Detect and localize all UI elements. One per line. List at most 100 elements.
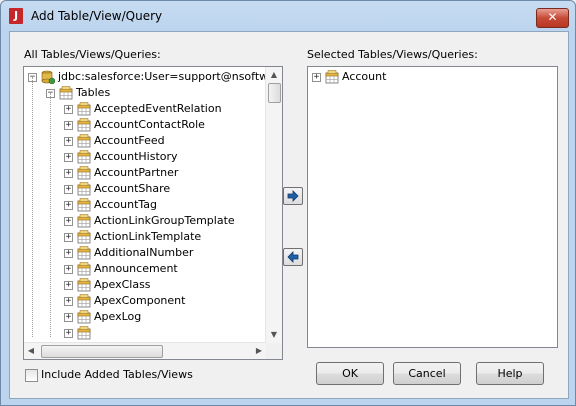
all-tables-label: All Tables/Views/Queries:	[24, 48, 161, 61]
window-title: Add Table/View/Query	[31, 9, 163, 23]
expand-icon[interactable]: +	[64, 313, 73, 322]
tree-item[interactable]: + ApexClass	[24, 277, 282, 293]
expand-icon[interactable]: +	[64, 105, 73, 114]
expand-icon[interactable]: +	[64, 185, 73, 194]
tree-item-label: AdditionalNumber	[94, 246, 194, 259]
tree-item-partial[interactable]: +	[24, 325, 282, 341]
expand-icon[interactable]: +	[64, 121, 73, 130]
cancel-button[interactable]: Cancel	[393, 362, 461, 385]
scroll-up-icon[interactable]: ▲	[266, 67, 282, 83]
scroll-thumb[interactable]	[268, 83, 281, 103]
tree-item-label: Tables	[76, 86, 111, 99]
include-added-label: Include Added Tables/Views	[41, 368, 193, 381]
tree-item[interactable]: + AccountContactRole	[24, 117, 282, 133]
hscroll-thumb[interactable]	[41, 345, 163, 358]
close-button[interactable]: ✕	[536, 8, 569, 28]
tree-item-label: ApexLog	[94, 310, 142, 323]
expand-icon[interactable]: +	[64, 297, 73, 306]
table-icon	[77, 182, 91, 196]
expand-icon[interactable]: +	[64, 217, 73, 226]
tree-item[interactable]: + AccountFeed	[24, 133, 282, 149]
arrow-right-icon	[287, 190, 299, 202]
tree-item[interactable]: + AccountTag	[24, 197, 282, 213]
expand-icon[interactable]: +	[64, 153, 73, 162]
horizontal-scrollbar[interactable]: ◀ ▶	[24, 342, 266, 359]
table-icon	[77, 246, 91, 260]
expand-icon[interactable]: +	[64, 265, 73, 274]
table-icon	[77, 262, 91, 276]
table-icon	[77, 102, 91, 116]
tree-item-label: AccountFeed	[94, 134, 165, 147]
vertical-scrollbar[interactable]: ▲ ▼	[265, 67, 282, 343]
dialog-body: All Tables/Views/Queries: − jdbc:salesfor…	[9, 31, 569, 399]
tree-item[interactable]: + ApexLog	[24, 309, 282, 325]
tree-item[interactable]: + ActionLinkTemplate	[24, 229, 282, 245]
close-icon: ✕	[547, 10, 558, 24]
help-button[interactable]: Help	[476, 362, 544, 385]
table-icon	[77, 118, 91, 132]
tree-item-label: AccountContactRole	[94, 118, 205, 131]
scroll-right-icon[interactable]: ▶	[252, 343, 266, 359]
tree-item[interactable]: + ActionLinkGroupTemplate	[24, 213, 282, 229]
tree-item-label: ActionLinkGroupTemplate	[94, 214, 235, 227]
expand-icon[interactable]: +	[64, 249, 73, 258]
table-icon	[77, 134, 91, 148]
table-icon	[77, 166, 91, 180]
tree-guide-line	[32, 77, 34, 337]
tree-item-label: AccountTag	[94, 198, 158, 211]
expand-icon[interactable]: +	[64, 329, 73, 338]
tree-item-label: jdbc:salesforce:User=support@nsoftwar	[58, 70, 280, 83]
table-icon	[77, 214, 91, 228]
tree-item-label: Announcement	[94, 262, 178, 275]
selected-tables-tree[interactable]: + Account	[307, 66, 558, 348]
table-icon	[77, 278, 91, 292]
table-icon	[77, 294, 91, 308]
scroll-corner	[266, 343, 282, 359]
tree-item-label: ApexComponent	[94, 294, 186, 307]
expand-icon[interactable]: +	[64, 137, 73, 146]
table-icon	[77, 310, 91, 324]
table-icon	[325, 70, 339, 84]
tree-item[interactable]: + AccountShare	[24, 181, 282, 197]
tree-item-label: Account	[342, 70, 387, 83]
ok-button[interactable]: OK	[316, 362, 384, 385]
tree-item-label: AccountPartner	[94, 166, 179, 179]
tree-item-label: AcceptedEventRelation	[94, 102, 222, 115]
tree-guide-line	[50, 93, 52, 337]
arrow-left-icon	[287, 251, 299, 263]
tree-item[interactable]: + Announcement	[24, 261, 282, 277]
database-icon	[41, 70, 56, 85]
tree-item-label: AccountHistory	[94, 150, 178, 163]
expand-icon[interactable]: +	[64, 233, 73, 242]
tree-root[interactable]: − jdbc:salesforce:User=support@nsoftwar	[24, 69, 282, 85]
tree-item[interactable]: + AdditionalNumber	[24, 245, 282, 261]
tree-item-label: ActionLinkTemplate	[94, 230, 202, 243]
scroll-down-icon[interactable]: ▼	[266, 327, 282, 343]
tree-item-label: ApexClass	[94, 278, 151, 291]
tree-item-label: AccountShare	[94, 182, 171, 195]
all-tables-tree[interactable]: − jdbc:salesforce:User=support@nsoftwar − T…	[23, 66, 283, 360]
table-icon	[77, 150, 91, 164]
title-bar[interactable]: J Add Table/View/Query ✕	[1, 1, 575, 31]
tree-folder-tables[interactable]: − Tables	[24, 85, 282, 101]
tree-item[interactable]: + AccountPartner	[24, 165, 282, 181]
expand-icon[interactable]: +	[64, 169, 73, 178]
dialog-window: J Add Table/View/Query ✕ All Tables/View…	[0, 0, 576, 406]
scroll-left-icon[interactable]: ◀	[24, 343, 38, 359]
selected-tables-label: Selected Tables/Views/Queries:	[307, 48, 478, 61]
remove-button[interactable]	[283, 248, 303, 266]
expand-icon[interactable]: +	[312, 73, 321, 82]
app-icon: J	[9, 8, 23, 24]
expand-icon[interactable]: +	[64, 281, 73, 290]
folder-icon	[59, 86, 73, 100]
add-button[interactable]	[283, 187, 303, 205]
table-icon	[77, 198, 91, 212]
tree-item[interactable]: + AcceptedEventRelation	[24, 101, 282, 117]
expand-icon[interactable]: +	[64, 201, 73, 210]
tree-item[interactable]: + AccountHistory	[24, 149, 282, 165]
selected-item[interactable]: + Account	[308, 69, 557, 85]
table-icon	[77, 326, 91, 340]
table-icon	[77, 230, 91, 244]
include-added-checkbox[interactable]	[25, 369, 38, 382]
tree-item[interactable]: + ApexComponent	[24, 293, 282, 309]
